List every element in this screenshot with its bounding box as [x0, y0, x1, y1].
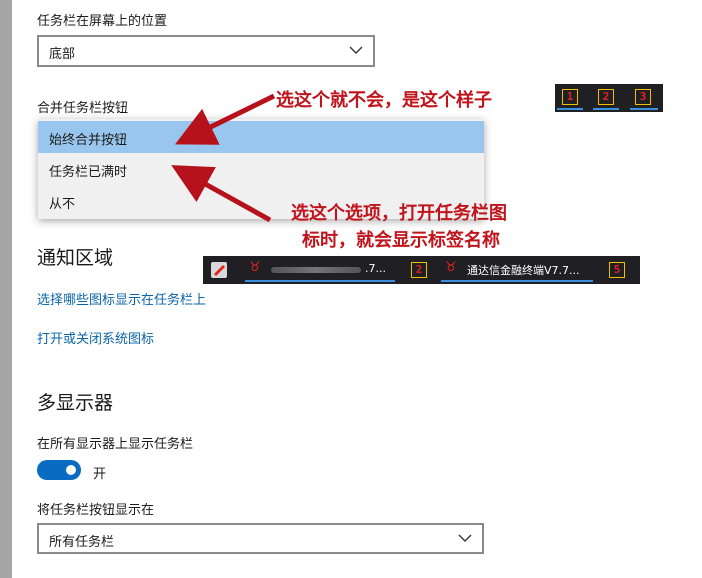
annotation-always-combine: 选这个就不会，是这个样子 — [276, 90, 492, 111]
active-underline — [557, 108, 583, 110]
digit-2-icon: 2 — [598, 89, 614, 105]
blurred-label — [271, 267, 361, 273]
taskbar-labeled-button-1: ♉ .7... — [245, 258, 395, 282]
taskbar-button-2: 2 — [593, 86, 619, 110]
digit-5-icon: 5 — [609, 262, 625, 278]
taskbar-labeled-button-2: ♉ 通达信金融终端V7.7... — [441, 258, 593, 282]
arrow-to-when-full — [171, 165, 272, 223]
bull-icon: ♉ — [249, 260, 261, 275]
digit-1-icon: 1 — [562, 89, 578, 105]
active-underline — [441, 280, 593, 282]
annotation-when-full-line2: 标时，就会显示标签名称 — [302, 230, 500, 251]
taskbar-sample-combined: 1 2 3 — [555, 84, 663, 112]
annotation-when-full-line1: 选这个选项，打开任务栏图 — [291, 203, 507, 224]
active-underline — [593, 108, 619, 110]
bull-icon: ♉ — [445, 260, 457, 275]
app-icon — [211, 262, 227, 278]
digit-2-icon: 2 — [411, 262, 427, 278]
active-underline — [630, 108, 658, 110]
app-logo-icon — [214, 265, 225, 276]
taskbar-button-1: 1 — [557, 86, 583, 110]
taskbar-button-3: 3 — [630, 86, 658, 110]
active-underline — [245, 280, 395, 282]
taskbar-item-text: 通达信金融终端V7.7... — [467, 264, 580, 277]
arrow-to-always-combine — [175, 93, 276, 145]
taskbar-item-text: .7... — [365, 262, 386, 275]
digit-3-icon: 3 — [635, 89, 651, 105]
taskbar-sample-labeled: ♉ .7... 2 ♉ 通达信金融终端V7.7... 5 — [203, 256, 640, 284]
